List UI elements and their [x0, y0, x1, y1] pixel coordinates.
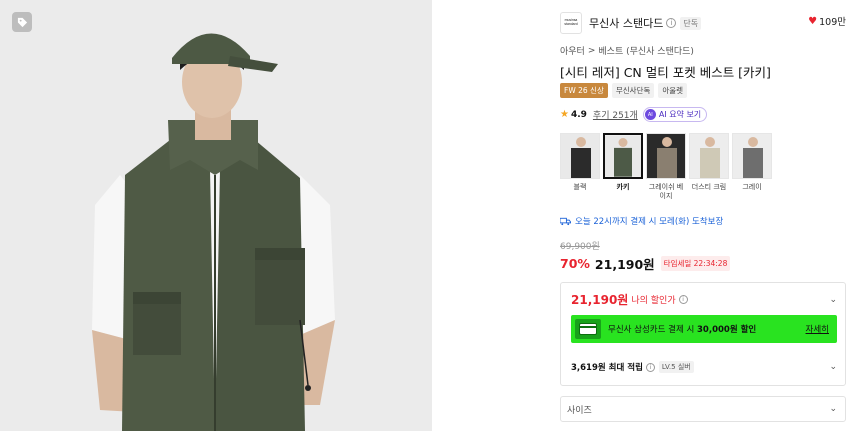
member-level-badge: LV.5 실버 — [658, 361, 694, 373]
price-row: 70% 21,190원 타임세일 22:34:28 — [560, 254, 731, 273]
brand-logo[interactable]: musinsa standard — [560, 12, 582, 34]
breadcrumb: 아우터 > 베스트 (무신사 스탠다드) — [560, 44, 694, 58]
size-select-placeholder: 사이즈 — [567, 405, 592, 416]
ai-icon: AI — [644, 109, 656, 120]
my-discount-label: 나의 할인가 — [631, 296, 676, 306]
model-photo — [0, 0, 432, 431]
rating-row: ★ 4.9 후기 251개 AI AI 요약 보기 — [560, 107, 708, 122]
swatch-label: 더스티 크림 — [691, 183, 727, 191]
delivery-text: 오늘 22시까지 결제 시 모레(화) 도착보장 — [575, 217, 724, 227]
swatch-gray[interactable]: 그레이 — [732, 133, 772, 201]
discount-rate: 70% — [560, 256, 590, 271]
size-select[interactable]: 사이즈 ⌄ — [560, 396, 846, 422]
ai-summary-button[interactable]: AI AI 요약 보기 — [642, 107, 708, 122]
exclusive-badge: 무신사단독 — [611, 83, 655, 98]
card-promo-details-link[interactable]: 자세히 — [806, 323, 829, 335]
card-promo-prefix: 무신사 삼성카드 결제 시 — [608, 325, 698, 335]
heart-icon: ♥ — [808, 15, 818, 27]
info-icon[interactable]: i — [666, 18, 677, 28]
swatch-black[interactable]: 블랙 — [560, 133, 600, 201]
points-text: 3,619원 최대 적립 — [571, 363, 643, 373]
color-swatches: 블랙 카키 그레이쉬 베이지 더스티 크림 그레이 — [560, 133, 772, 201]
points-row[interactable]: 3,619원 최대 적립 i LV.5 실버 ⌄ — [571, 361, 837, 373]
my-discount-price: 21,190원 — [571, 293, 629, 307]
delivery-guarantee[interactable]: 오늘 22시까지 결제 시 모레(화) 도착보장 — [560, 215, 723, 227]
tag-icon[interactable] — [12, 12, 32, 32]
product-image[interactable] — [0, 0, 432, 431]
reviews-link[interactable]: 후기 251개 — [593, 108, 638, 121]
card-promo-text: 무신사 삼성카드 결제 시 30,000원 할인 — [608, 323, 756, 335]
discount-box: 21,190원 나의 할인가 i ⌄ 무신사 삼성카드 결제 시 30,000원… — [560, 282, 846, 386]
product-title: [시티 레저] CN 멀티 포켓 베스트 [카키] — [560, 65, 771, 80]
chevron-down-icon[interactable]: ⌄ — [829, 295, 837, 305]
ai-summary-label: AI 요약 보기 — [658, 110, 702, 119]
swatch-image — [646, 133, 686, 179]
swatch-image — [689, 133, 729, 179]
product-info: musinsa standard 무신사 스탠다드 i 단독 ♥ 109만 아우… — [560, 0, 850, 431]
swatch-image — [732, 133, 772, 179]
chevron-down-icon[interactable]: ⌄ — [829, 362, 837, 372]
brand-name[interactable]: 무신사 스탠다드 — [589, 15, 663, 31]
timesale-badge: 타임세일 22:34:28 — [660, 256, 731, 271]
brand-row: musinsa standard 무신사 스탠다드 i 단독 — [560, 12, 846, 34]
card-promo-amount: 30,000원 할인 — [697, 325, 757, 335]
swatch-label: 그레이 — [742, 183, 762, 191]
swatch-label: 블랙 — [573, 183, 587, 191]
like-button[interactable]: ♥ 109만 — [808, 14, 846, 29]
swatch-khaki[interactable]: 카키 — [603, 133, 643, 201]
swatch-dusty-cream[interactable]: 더스티 크림 — [689, 133, 729, 201]
truck-icon — [560, 217, 571, 225]
info-icon[interactable]: i — [645, 362, 655, 372]
breadcrumb-separator: > — [587, 45, 596, 56]
breadcrumb-category[interactable]: 아우터 — [560, 44, 585, 57]
rating-score: 4.9 — [570, 109, 587, 120]
swatch-image — [560, 133, 600, 179]
swatch-grayish-beige[interactable]: 그레이쉬 베이지 — [646, 133, 686, 201]
sale-price: 21,190원 — [594, 257, 655, 272]
info-icon[interactable]: i — [678, 295, 688, 304]
swatch-label: 그레이쉬 베이지 — [648, 183, 684, 200]
swatch-image — [603, 133, 643, 179]
outlet-badge: 아울렛 — [658, 83, 688, 98]
my-discount-row[interactable]: 21,190원 나의 할인가 i ⌄ — [571, 291, 837, 308]
exclusive-badge: 단독 — [680, 16, 702, 30]
chevron-down-icon: ⌄ — [829, 404, 837, 414]
card-icon — [575, 319, 601, 339]
swatch-label: 카키 — [616, 183, 630, 191]
like-count: 109만 — [819, 17, 846, 28]
product-badges: FW 26 신상 무신사단독 아울렛 — [560, 83, 688, 98]
breadcrumb-subcategory[interactable]: 베스트 (무신사 스탠다드) — [598, 44, 694, 57]
card-promo-banner[interactable]: 무신사 삼성카드 결제 시 30,000원 할인 자세히 — [571, 315, 837, 343]
original-price: 69,900원 — [560, 242, 600, 252]
star-icon: ★ — [560, 109, 569, 120]
new-season-badge: FW 26 신상 — [560, 83, 608, 98]
